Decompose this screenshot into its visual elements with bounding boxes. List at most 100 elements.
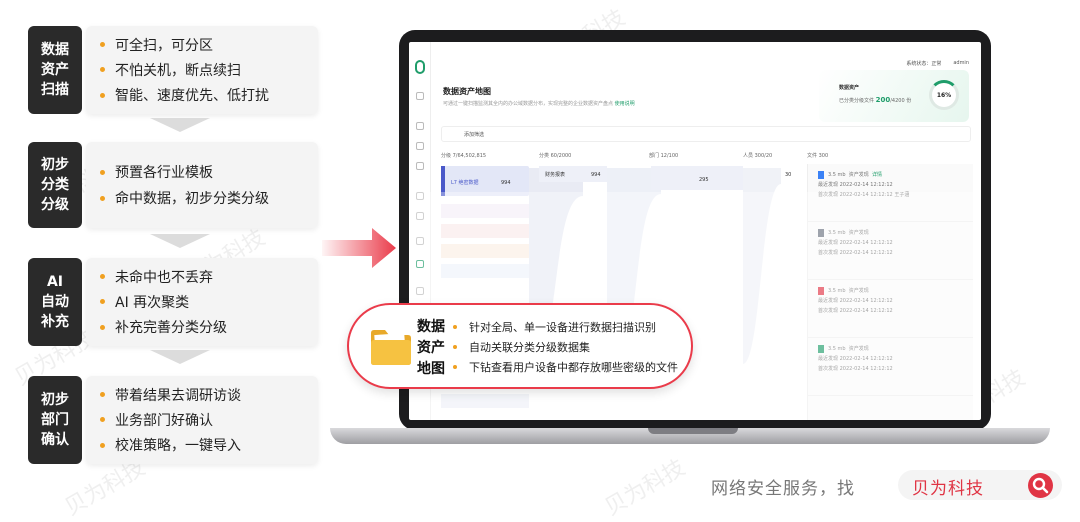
bullet-text: 命中数据，初步分类分级 bbox=[115, 191, 269, 207]
step-title-line: 初步 bbox=[41, 392, 69, 408]
file-date: 2022-02-14 12:12:12 bbox=[839, 182, 893, 188]
right-arrow-icon bbox=[322, 228, 396, 268]
sankey-value: 295 bbox=[699, 177, 709, 183]
step-initial-classification: 初步 分类 分级 预置各行业模板 命中数据，初步分类分级 bbox=[28, 142, 318, 228]
bullet-dot bbox=[100, 169, 105, 175]
file-size: 3.5 mb bbox=[828, 172, 846, 178]
step-title-line: 确认 bbox=[41, 432, 69, 448]
bullet-text: AI 再次聚类 bbox=[115, 294, 190, 311]
bullet-item: 补充完善分类分级 bbox=[100, 315, 318, 340]
bullet-dot bbox=[453, 345, 457, 349]
bullet-text: 未命中也不丢弃 bbox=[115, 269, 213, 286]
bullet-dot bbox=[100, 195, 105, 201]
sankey-label: L7 绝密数据 bbox=[451, 179, 479, 186]
step-title-line: 扫描 bbox=[41, 82, 69, 98]
bullet-dot bbox=[100, 67, 105, 73]
home-icon[interactable] bbox=[416, 92, 424, 100]
bullet-dot bbox=[100, 442, 105, 448]
nav-icon[interactable] bbox=[416, 162, 424, 170]
bullet-dot bbox=[453, 365, 457, 369]
bullet-text: 预置各行业模板 bbox=[115, 165, 213, 181]
sankey-label: 财务报表 bbox=[545, 171, 565, 178]
page-description: 可通过一键扫描监测其全内的办公域数据分布，实现完整的企业数据资产盘点 使用说明 bbox=[443, 100, 635, 107]
bullet-text: 针对全局、单一设备进行数据扫描识别 bbox=[469, 321, 656, 334]
nav-icon[interactable] bbox=[416, 122, 424, 130]
step-title: 初步 部门 确认 bbox=[28, 376, 82, 464]
search-icon bbox=[1032, 477, 1049, 494]
column-header[interactable]: 分类 60/2000 bbox=[539, 152, 571, 159]
column-header[interactable]: 人员 300/20 bbox=[743, 152, 772, 159]
asset-done-count: 200 bbox=[875, 96, 891, 104]
bullet-text: 不怕关机，断点续扫 bbox=[115, 62, 241, 79]
brand-search-pill[interactable]: 贝为科技 bbox=[898, 470, 1062, 500]
step-title-line: 分级 bbox=[41, 197, 69, 213]
bullet-dot bbox=[100, 324, 105, 330]
step-title: 初步 分类 分级 bbox=[28, 142, 82, 228]
step-title: AI 自动 补充 bbox=[28, 258, 82, 346]
callout-title: 数据 资产 地图 bbox=[417, 317, 447, 380]
step-title-line: 初步 bbox=[41, 157, 69, 173]
sankey-node bbox=[651, 166, 743, 190]
column-header[interactable]: 文件 300 bbox=[807, 152, 828, 159]
asset-summary-card: 数据资产 已分类分级文件 200/4200 份 16% bbox=[819, 70, 969, 122]
bullet-dot bbox=[453, 325, 457, 329]
asset-total: /4200 份 bbox=[890, 98, 912, 104]
callout-title-line: 地图 bbox=[417, 361, 445, 377]
brand-name: 贝为科技 bbox=[912, 479, 984, 499]
step-body: 可全扫，可分区 不怕关机，断点续扫 智能、速度优先、低打扰 bbox=[86, 26, 318, 114]
file-date-label: 最近发现 bbox=[818, 182, 839, 188]
step-title-line: 数据 bbox=[41, 42, 69, 58]
bullet-item: 下钻查看用户设备中都存放哪些密级的文件 bbox=[453, 357, 678, 377]
bullet-item: 带着结果去调研访谈 bbox=[100, 382, 318, 407]
add-filter-button[interactable]: 添加筛选 bbox=[464, 131, 484, 138]
step-title: 数据 资产 扫描 bbox=[28, 26, 82, 114]
sankey-value: 30 bbox=[785, 172, 791, 178]
column-header[interactable]: 分级 7/64,502,815 bbox=[441, 152, 486, 159]
asset-desc-prefix: 已分类分级文件 bbox=[839, 98, 875, 104]
bullet-text: 下钻查看用户设备中都存放哪些密级的文件 bbox=[469, 361, 678, 374]
file-icon bbox=[818, 170, 824, 179]
page-desc-text: 可通过一键扫描监测其全内的办公域数据分布，实现完整的企业数据资产盘点 bbox=[443, 101, 614, 107]
asset-title: 数据资产 bbox=[839, 85, 860, 91]
bullet-text: 自动关联分类分级数据集 bbox=[469, 341, 590, 354]
laptop-notch bbox=[648, 428, 738, 434]
down-chevron-icon bbox=[150, 118, 210, 132]
bullet-item: AI 再次聚类 bbox=[100, 289, 318, 314]
slogan-text: 网络安全服务，找 bbox=[711, 479, 855, 499]
step-ai-supplement: AI 自动 补充 未命中也不丢弃 AI 再次聚类 补充完善分类分级 bbox=[28, 258, 318, 346]
file-detail-link[interactable]: 详情 bbox=[872, 172, 882, 178]
bullet-item: 未命中也不丢弃 bbox=[100, 264, 318, 289]
step-title-line: 补充 bbox=[41, 314, 69, 330]
bullet-text: 校准策略，一键导入 bbox=[115, 438, 241, 455]
bullet-dot bbox=[100, 392, 105, 398]
status-bar: 系统状态：正常 admin bbox=[906, 60, 969, 67]
sankey-value: 994 bbox=[501, 180, 511, 186]
bullet-text: 补充完善分类分级 bbox=[115, 320, 227, 337]
user-name[interactable]: admin bbox=[953, 60, 969, 67]
bullet-item: 业务部门好确认 bbox=[100, 407, 318, 432]
callout-bullets: 针对全局、单一设备进行数据扫描识别 自动关联分类分级数据集 下钻查看用户设备中都… bbox=[453, 317, 678, 377]
bullet-dot bbox=[100, 417, 105, 423]
bullet-item: 校准策略，一键导入 bbox=[100, 433, 318, 458]
bullet-item: 智能、速度优先、低打扰 bbox=[100, 83, 318, 108]
search-button[interactable] bbox=[1028, 473, 1053, 498]
bullet-item: 针对全局、单一设备进行数据扫描识别 bbox=[453, 317, 678, 337]
step-title-line: AI bbox=[46, 274, 64, 290]
bullet-text: 智能、速度优先、低打扰 bbox=[115, 88, 269, 105]
file-tag: 资产发现 bbox=[848, 172, 869, 178]
step-data-asset-scan: 数据 资产 扫描 可全扫，可分区 不怕关机，断点续扫 智能、速度优先、低打扰 bbox=[28, 26, 318, 114]
bullet-dot bbox=[100, 274, 105, 280]
bullet-dot bbox=[100, 42, 105, 48]
data-asset-map-callout: 数据 资产 地图 针对全局、单一设备进行数据扫描识别 自动关联分类分级数据集 下… bbox=[347, 303, 693, 389]
bullet-item: 命中数据，初步分类分级 bbox=[100, 185, 318, 211]
page-title: 数据资产地图 bbox=[443, 87, 491, 96]
bullet-item: 不怕关机，断点续扫 bbox=[100, 57, 318, 82]
callout-title-line: 资产 bbox=[417, 340, 445, 356]
step-title-line: 分类 bbox=[41, 177, 69, 193]
bullet-item: 可全扫，可分区 bbox=[100, 32, 318, 57]
column-header[interactable]: 部门 12/100 bbox=[649, 152, 678, 159]
help-link[interactable]: 使用说明 bbox=[615, 101, 635, 107]
file-header: 3.5 mb 资产发现 详情 bbox=[818, 170, 967, 180]
nav-icon[interactable] bbox=[416, 142, 424, 150]
folder-icon bbox=[371, 330, 411, 365]
